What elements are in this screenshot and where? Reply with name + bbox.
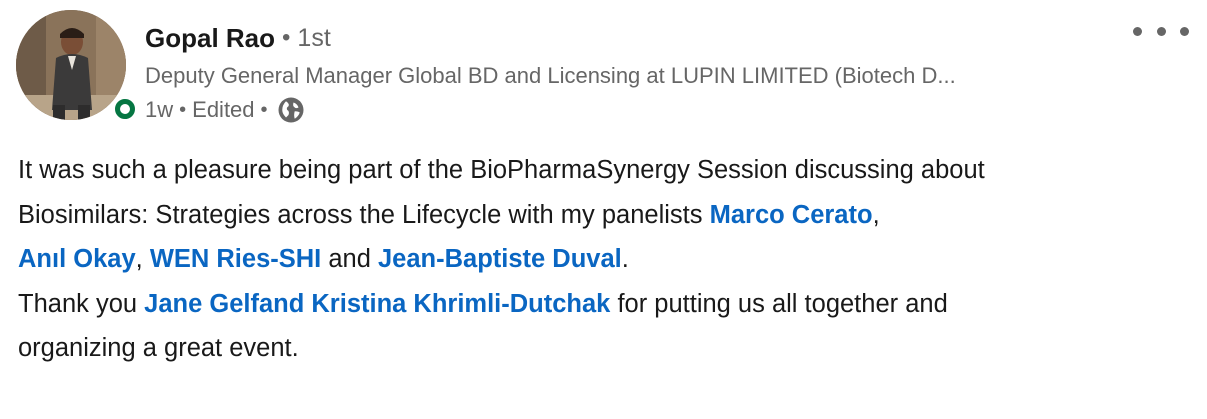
post-text-line: organizing a great event. — [18, 334, 299, 362]
dot-icon — [1156, 26, 1166, 36]
mention-link[interactable]: Anıl Okay — [18, 245, 136, 273]
post-header: Gopal Rao • 1st Deputy General Manager G… — [145, 18, 1135, 128]
separator-dot: • — [260, 98, 268, 121]
post-text-segment: Thank you — [18, 289, 145, 318]
author-avatar[interactable] — [16, 10, 138, 122]
separator-dot: • — [179, 98, 187, 121]
mention-link[interactable]: Marco Cerato — [710, 201, 873, 229]
post-meta: 1w • Edited • — [145, 92, 1135, 128]
online-status-icon — [112, 96, 138, 122]
dot-icon — [1133, 26, 1142, 36]
mention-link[interactable]: Kristina Khrimli-Dutchak — [311, 290, 610, 318]
post-text: It was such a pleasure being part of the… — [18, 148, 1198, 371]
post-text-segment: for putting us all together and — [610, 289, 948, 318]
post-time[interactable]: 1w — [145, 97, 173, 123]
separator-dot: • — [282, 24, 291, 51]
edited-label: Edited — [192, 97, 255, 122]
dot-icon — [1180, 26, 1189, 36]
author-headline[interactable]: Deputy General Manager Global BD and Lic… — [145, 60, 1110, 92]
post-text-segment: and — [321, 245, 378, 273]
author-name[interactable]: Gopal Rao — [145, 23, 275, 54]
mention-link[interactable]: WEN Ries-SHI — [150, 245, 321, 273]
author-name-row: Gopal Rao • 1st — [145, 18, 1135, 58]
more-options-button[interactable] — [1133, 18, 1189, 44]
post-text-line: It was such a pleasure being part of the… — [18, 156, 985, 184]
connection-degree: 1st — [297, 23, 331, 52]
post-text-segment: Biosimilars: Strategies across the Lifec… — [18, 200, 710, 229]
mention-link[interactable]: Jean-Baptiste Duval — [378, 245, 622, 273]
mention-link[interactable]: Jane Gelfand — [144, 290, 304, 318]
punctuation: . — [621, 245, 629, 273]
punctuation: , — [135, 245, 150, 273]
globe-icon — [278, 97, 304, 123]
avatar-photo — [16, 10, 126, 120]
punctuation: , — [872, 200, 880, 229]
